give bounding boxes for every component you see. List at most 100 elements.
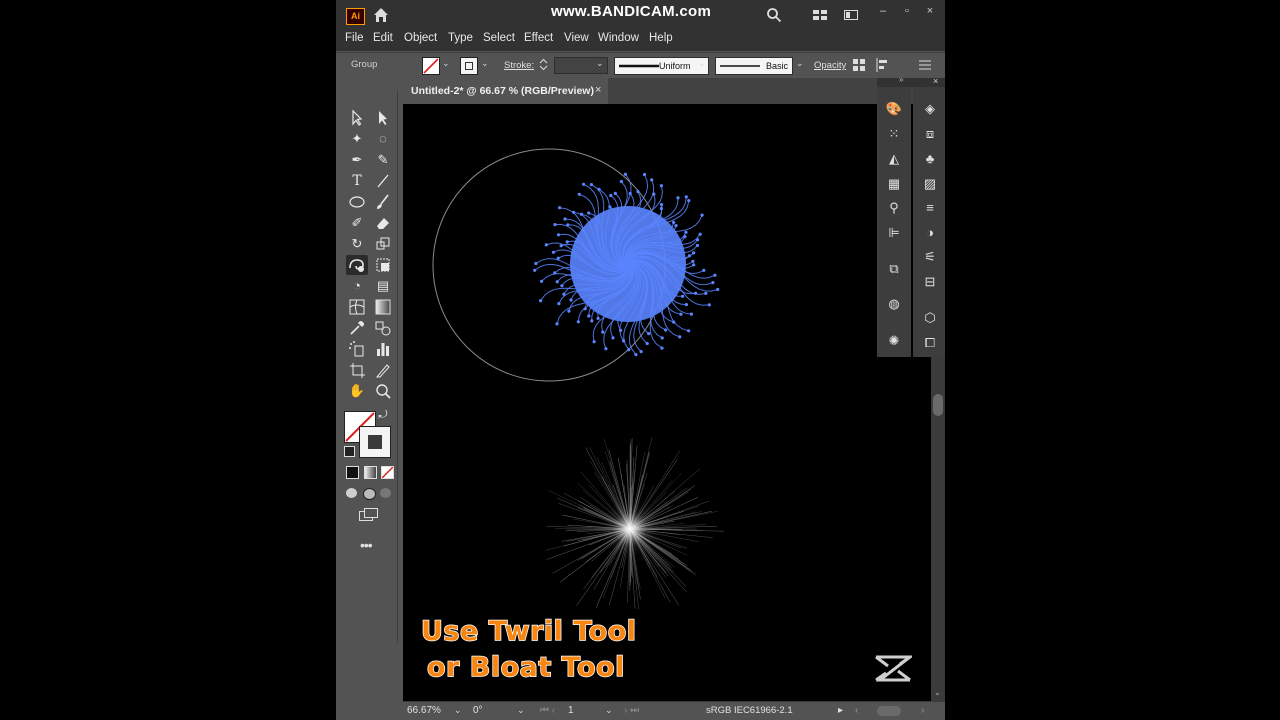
ellipse-tool-icon[interactable] [346, 192, 368, 212]
image-trace-icon[interactable]: ✺ [885, 332, 903, 350]
align-icon[interactable] [876, 58, 890, 72]
transform-icon[interactable]: ⁙ [885, 125, 903, 143]
menu-view[interactable]: View [564, 32, 589, 44]
horizontal-scroll-thumb[interactable] [877, 706, 901, 716]
artboard-number[interactable]: 1 [568, 704, 608, 718]
scale-tool-icon[interactable] [372, 234, 394, 254]
pen-tool-icon[interactable]: ✒ [346, 150, 368, 170]
stroke-panel-icon[interactable]: ≡ [921, 199, 939, 217]
menu-file[interactable]: File [345, 32, 364, 44]
document-tab[interactable]: Untitled-2* @ 66.67 % (RGB/Preview) × [403, 78, 608, 104]
gradient-tool-icon[interactable] [372, 297, 394, 317]
graphic-styles-icon[interactable]: ▦ [885, 175, 903, 193]
stroke-color-box[interactable] [359, 426, 391, 458]
shape-builder-tool-icon[interactable]: ◔ [346, 276, 368, 296]
draw-behind-icon[interactable] [363, 488, 376, 500]
menu-window[interactable]: Window [598, 32, 639, 44]
search-icon[interactable] [766, 7, 782, 23]
eyedropper-tool-icon[interactable] [346, 318, 368, 338]
scroll-down-icon[interactable]: ⌄ [934, 688, 941, 697]
menu-edit[interactable]: Edit [373, 32, 393, 44]
stroke-swatch[interactable] [460, 57, 478, 75]
first-artboard-icon[interactable]: ⏮ ‹ [540, 704, 555, 718]
opacity-label[interactable]: Opacity [814, 60, 846, 71]
align-panel-icon[interactable]: ⊫ [885, 224, 903, 242]
fill-swatch[interactable] [422, 57, 440, 75]
symbols-icon[interactable]: ♣ [921, 150, 939, 168]
lasso-tool-icon[interactable]: ◌ [372, 129, 394, 149]
gradient-mode-icon[interactable] [364, 466, 377, 479]
transparency-icon[interactable]: ◑ [921, 224, 939, 242]
color-mode-icon[interactable] [346, 466, 359, 479]
libraries-icon[interactable]: ⊟ [921, 273, 939, 291]
chevron-down-icon[interactable]: ⌄ [698, 59, 707, 68]
blend-tool-icon[interactable] [372, 318, 394, 338]
asset-export-icon[interactable]: ⧈ [921, 125, 939, 143]
screen-mode-icon[interactable] [359, 508, 378, 521]
status-menu-icon[interactable]: ▸ [838, 704, 843, 718]
workspace-icon[interactable] [812, 7, 828, 23]
collapse-panels-icon[interactable]: » [899, 75, 903, 84]
menu-effect[interactable]: Effect [524, 32, 553, 44]
paintbrush-tool-icon[interactable] [372, 192, 394, 212]
type-tool-icon[interactable]: T [346, 171, 368, 191]
scroll-left-icon[interactable]: ‹ [855, 704, 858, 718]
pathfinder-icon[interactable]: ⧠ [921, 334, 939, 352]
shaper-tool-icon[interactable]: ✐ [346, 213, 368, 233]
maximize-button[interactable]: ▫ [900, 4, 914, 18]
hand-tool-icon[interactable]: ✋ [346, 381, 368, 401]
properties-icon[interactable]: ⚟ [921, 248, 939, 266]
next-artboard-icon[interactable]: › ⏭ [624, 704, 639, 718]
brushes-icon[interactable]: ⚲ [885, 199, 903, 217]
none-mode-icon[interactable] [381, 466, 394, 479]
column-graph-tool-icon[interactable] [372, 339, 394, 359]
recolor-grid-icon[interactable] [853, 59, 865, 71]
chevron-down-icon[interactable]: ⌄ [596, 59, 605, 68]
chevron-down-icon[interactable]: ⌄ [517, 706, 526, 715]
chevron-down-icon[interactable]: ⌄ [481, 59, 490, 68]
gradient-panel-icon[interactable]: ▨ [921, 175, 939, 193]
close-tab-icon[interactable]: × [595, 84, 601, 96]
arrange-documents-icon[interactable] [843, 7, 859, 23]
twirl-tool-icon[interactable] [346, 255, 368, 275]
artboards-icon[interactable]: ⧉ [885, 260, 903, 278]
close-button[interactable]: × [923, 4, 937, 18]
twirled-burst-selection[interactable] [533, 172, 720, 357]
chevron-down-icon[interactable]: ⌄ [442, 59, 451, 68]
variable-width-profile[interactable]: Uniform [614, 57, 709, 75]
close-panels-icon[interactable]: × [933, 76, 938, 86]
draw-inside-icon[interactable] [380, 488, 391, 498]
swap-fill-stroke-icon[interactable]: ⤾ [376, 408, 390, 422]
slice-tool-icon[interactable] [372, 360, 394, 380]
free-transform-tool-icon[interactable] [372, 255, 394, 275]
perspective-grid-tool-icon[interactable]: ▤ [372, 276, 394, 296]
rotation-view[interactable]: 0° [473, 704, 523, 718]
artboard-tool-icon[interactable] [346, 360, 368, 380]
default-colors-icon[interactable] [344, 446, 355, 457]
3d-icon[interactable]: ⬡ [921, 309, 939, 327]
home-icon[interactable] [372, 6, 390, 24]
mesh-tool-icon[interactable] [346, 297, 368, 317]
artwork[interactable] [403, 104, 931, 701]
menu-object[interactable]: Object [404, 32, 437, 44]
rotate-tool-icon[interactable]: ↻ [346, 234, 368, 254]
brush-definition[interactable]: Basic [715, 57, 793, 75]
symbol-sprayer-tool-icon[interactable] [346, 339, 368, 359]
scroll-thumb[interactable] [933, 394, 943, 416]
magic-wand-tool-icon[interactable]: ✦ [346, 129, 368, 149]
direct-selection-tool-icon[interactable] [372, 108, 394, 128]
chevron-down-icon[interactable]: ⌄ [796, 59, 805, 68]
color-palette-icon[interactable]: 🎨 [885, 100, 903, 118]
menu-help[interactable]: Help [649, 32, 673, 44]
stroke-stepper[interactable] [538, 57, 549, 72]
chevron-down-icon[interactable]: ⌄ [454, 706, 463, 715]
appearance-icon[interactable]: ◭ [885, 150, 903, 168]
curvature-tool-icon[interactable]: ✎ [372, 150, 394, 170]
zoom-tool-icon[interactable] [372, 381, 394, 401]
menu-select[interactable]: Select [483, 32, 515, 44]
navigator-icon[interactable]: ◍ [885, 295, 903, 313]
draw-normal-icon[interactable] [346, 488, 357, 498]
selection-tool-icon[interactable] [346, 108, 368, 128]
more-tools-icon[interactable]: ••• [360, 537, 373, 553]
minimize-button[interactable]: – [876, 4, 890, 18]
